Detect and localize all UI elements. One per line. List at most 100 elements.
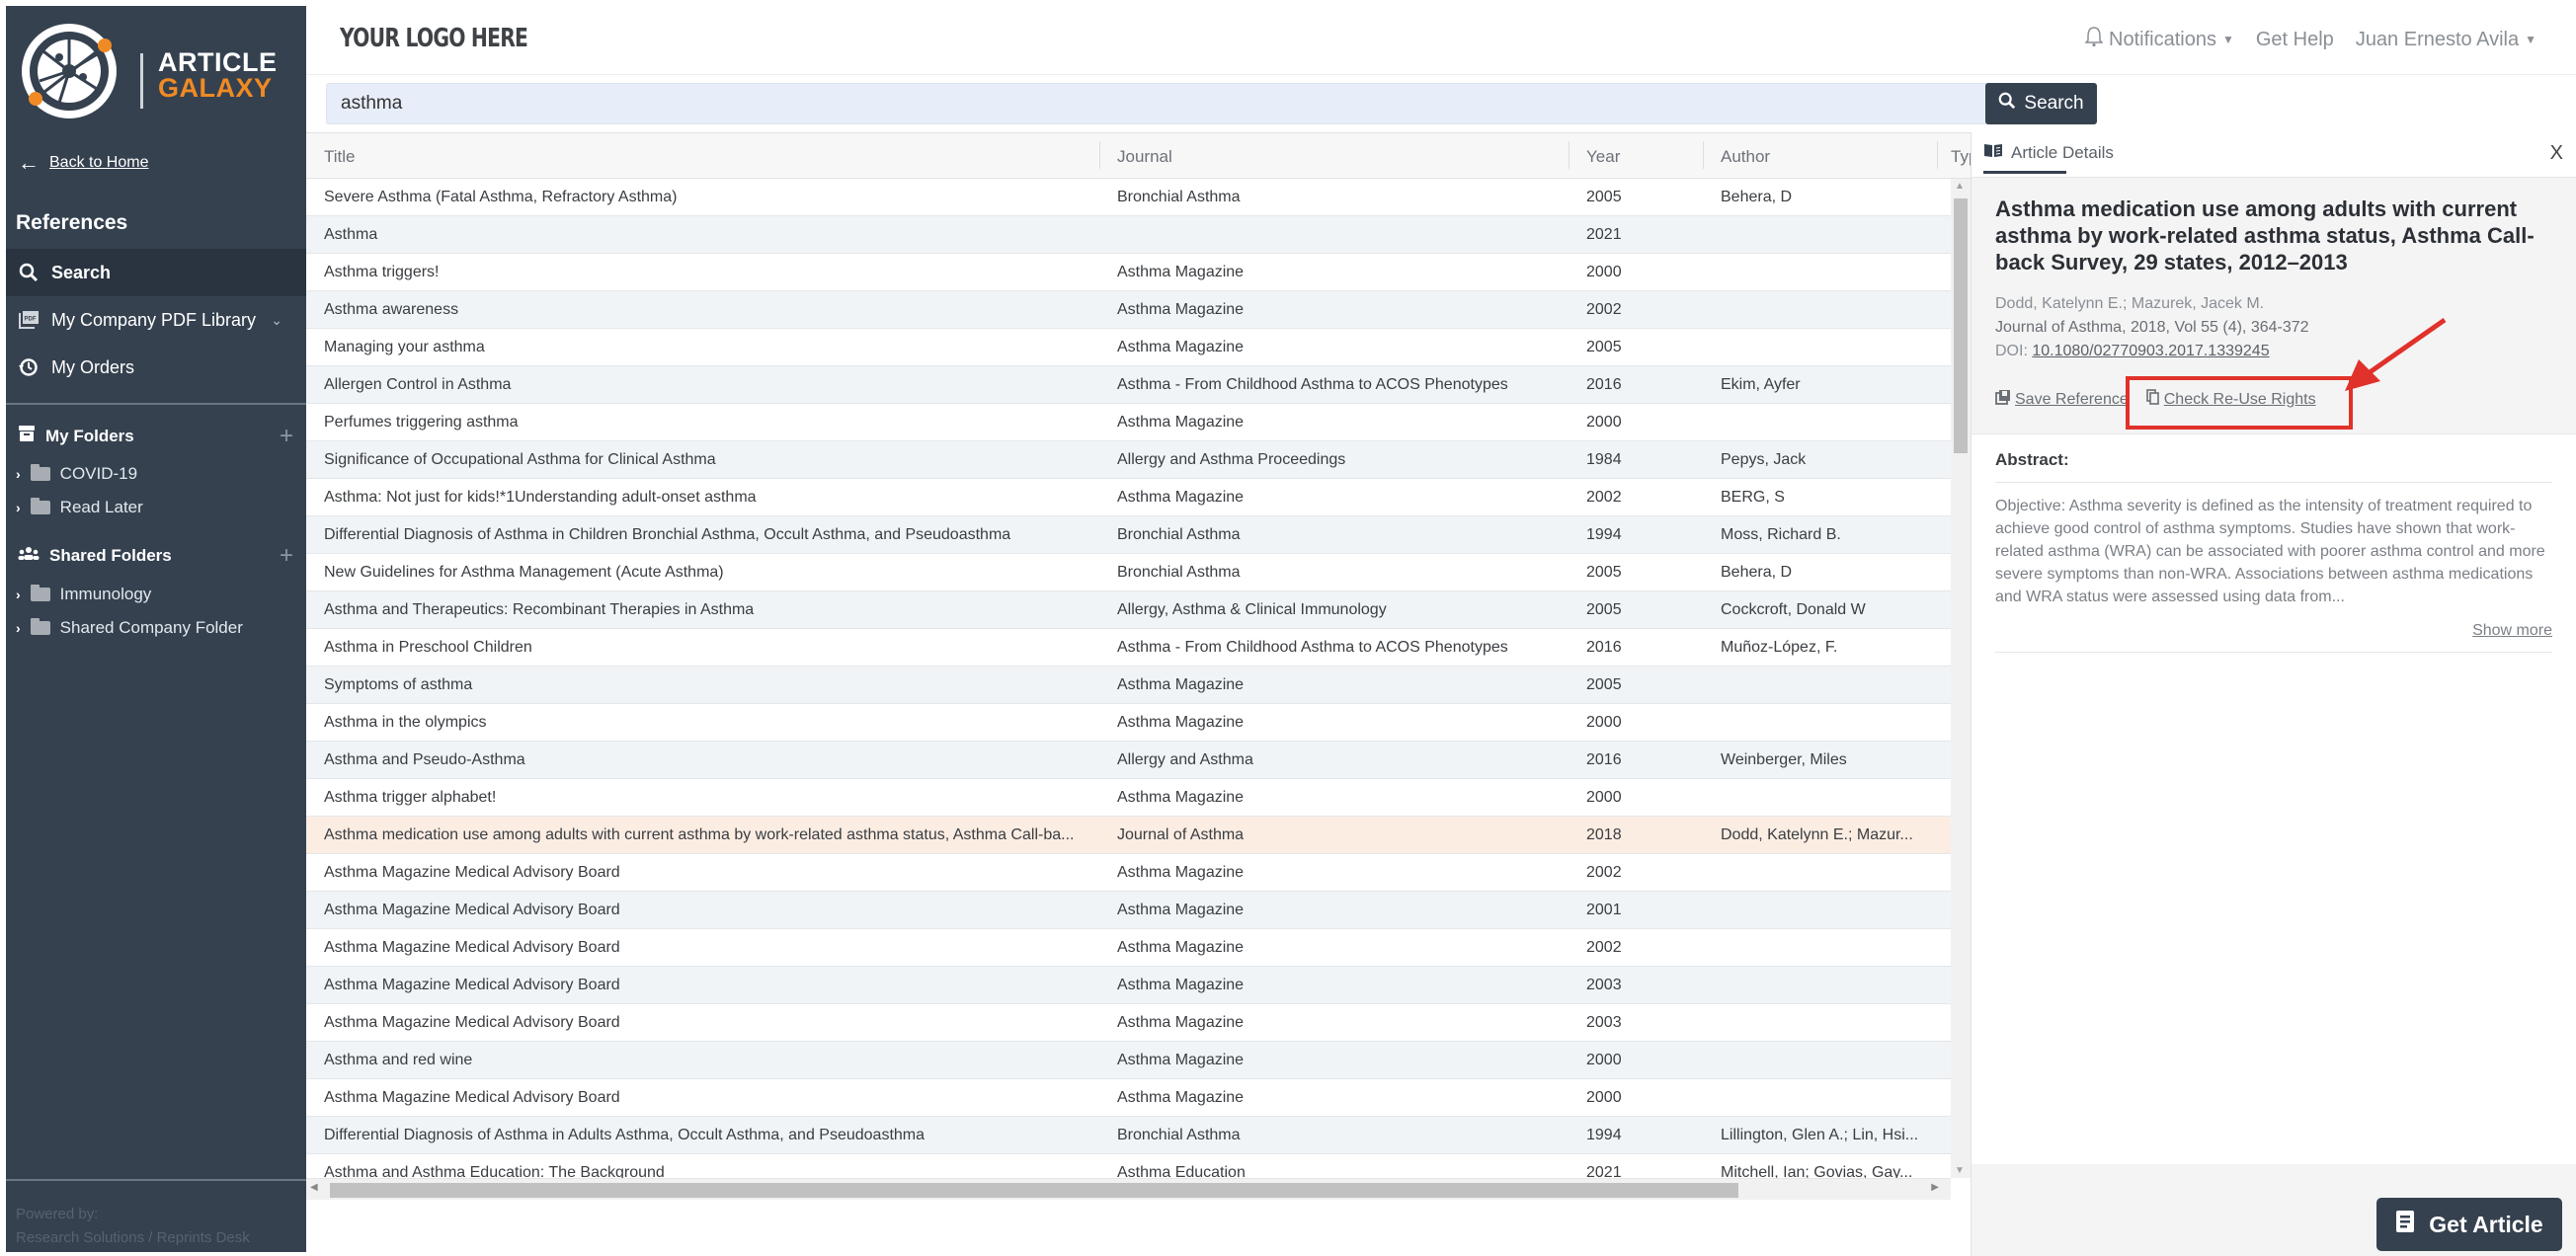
search-input[interactable]: [326, 83, 2001, 124]
back-to-home-link[interactable]: ← Back to Home: [18, 152, 149, 174]
chevron-right-icon[interactable]: ›: [16, 466, 21, 482]
table-row[interactable]: Asthma: Not just for kids!*1Understandin…: [306, 479, 1951, 516]
cell-title: Symptoms of asthma: [324, 676, 473, 693]
search-icon: [1998, 92, 2016, 116]
close-icon[interactable]: X: [2550, 142, 2563, 165]
sidebar-divider: [6, 403, 306, 405]
doi-link[interactable]: 10.1080/02770903.2017.1339245: [2032, 343, 2269, 359]
table-row[interactable]: Asthma Magazine Medical Advisory Board As…: [306, 1079, 1951, 1117]
table-row[interactable]: Severe Asthma (Fatal Asthma, Refractory …: [306, 179, 1951, 216]
column-header-author[interactable]: Author: [1721, 147, 1770, 167]
panel-tabs: Article Details X: [1972, 132, 2576, 178]
table-row[interactable]: New Guidelines for Asthma Management (Ac…: [306, 554, 1951, 591]
sidebar-item-label: My Company PDF Library: [51, 309, 257, 330]
table-row[interactable]: Significance of Occupational Asthma for …: [306, 441, 1951, 479]
folder-item-read-later[interactable]: › Read Later: [16, 498, 143, 517]
get-help-link[interactable]: Get Help: [2256, 29, 2334, 51]
brand-logo[interactable]: ARTICLE GALAXY: [14, 16, 300, 124]
cell-journal: Asthma Magazine: [1117, 1014, 1245, 1031]
chevron-right-icon[interactable]: ›: [16, 620, 21, 636]
table-row[interactable]: Asthma and red wine Asthma Magazine 2000: [306, 1042, 1951, 1079]
cell-journal: Asthma - From Childhood Asthma to ACOS P…: [1117, 639, 1508, 656]
column-resizer[interactable]: [1099, 141, 1100, 169]
cell-journal: Asthma Magazine: [1117, 1089, 1245, 1106]
table-row[interactable]: Asthma Magazine Medical Advisory Board As…: [306, 967, 1951, 1004]
abstract-section: Abstract: Objective: Asthma severity is …: [1995, 450, 2552, 653]
cell-title: Asthma triggers!: [324, 264, 440, 280]
save-reference-link[interactable]: Save Reference: [1995, 389, 2129, 410]
cell-journal: Allergy, Asthma & Clinical Immunology: [1117, 601, 1387, 618]
chevron-down-icon[interactable]: ⌄: [271, 312, 282, 329]
table-row[interactable]: Asthma in the olympics Asthma Magazine 200…: [306, 704, 1951, 742]
add-shared-folder-icon[interactable]: +: [280, 542, 293, 570]
scroll-right-arrow-icon[interactable]: ▶: [1931, 1182, 1939, 1193]
cell-journal: Asthma Magazine: [1117, 714, 1245, 731]
table-row[interactable]: Asthma Magazine Medical Advisory Board As…: [306, 929, 1951, 967]
table-row[interactable]: Asthma Magazine Medical Advisory Board As…: [306, 892, 1951, 929]
table-row[interactable]: Asthma Magazine Medical Advisory Board As…: [306, 854, 1951, 892]
get-article-button[interactable]: Get Article: [2376, 1198, 2562, 1251]
chevron-right-icon[interactable]: ›: [16, 500, 21, 515]
get-article-label: Get Article: [2429, 1211, 2543, 1237]
user-menu[interactable]: Juan Ernesto Avila ▼: [2356, 29, 2536, 51]
cell-year: 1994: [1586, 1127, 1622, 1143]
cell-title: Asthma medication use among adults with …: [324, 826, 1075, 843]
table-row[interactable]: Asthma Magazine Medical Advisory Board As…: [306, 1004, 1951, 1042]
cell-author: Cockcroft, Donald W: [1721, 601, 1866, 618]
sidebar-item-search[interactable]: Search: [6, 249, 306, 296]
cell-author: Weinberger, Miles: [1721, 751, 1847, 768]
scroll-down-arrow-icon[interactable]: ▼: [1955, 1165, 1965, 1176]
column-header-title[interactable]: Title: [324, 147, 356, 167]
vertical-scroll-thumb[interactable]: [1954, 198, 1968, 453]
history-icon: [18, 356, 40, 378]
chevron-right-icon[interactable]: ›: [16, 587, 21, 602]
add-folder-icon[interactable]: +: [280, 423, 293, 450]
cell-year: 2003: [1586, 1014, 1622, 1031]
article-title: Asthma medication use among adults with …: [1995, 196, 2535, 275]
table-row[interactable]: Asthma 2021: [306, 216, 1951, 254]
doi-label: DOI:: [1995, 343, 2028, 359]
my-folders-header[interactable]: My Folders +: [18, 423, 299, 450]
table-row[interactable]: Allergen Control in Asthma Asthma - From …: [306, 366, 1951, 404]
table-row[interactable]: Asthma trigger alphabet! Asthma Magazine 2…: [306, 779, 1951, 817]
table-row[interactable]: Managing your asthma Asthma Magazine 2005: [306, 329, 1951, 366]
article-meta: Dodd, Katelynn E.; Mazurek, Jacek M. Jou…: [1995, 292, 2309, 363]
table-row-selected[interactable]: Asthma medication use among adults with …: [306, 817, 1951, 854]
sidebar-item-pdf-library[interactable]: PDF My Company PDF Library ⌄: [6, 296, 306, 344]
column-header-journal[interactable]: Journal: [1117, 147, 1172, 167]
column-header-year[interactable]: Year: [1586, 147, 1620, 167]
table-row[interactable]: Differential Diagnosis of Asthma in Adul…: [306, 1117, 1951, 1154]
powered-by-company: Research Solutions / Reprints Desk: [16, 1229, 250, 1246]
table-row[interactable]: Differential Diagnosis of Asthma in Chil…: [306, 516, 1951, 554]
show-more-link[interactable]: Show more: [1995, 622, 2552, 653]
notifications-menu[interactable]: Notifications ▼: [2084, 26, 2234, 53]
horizontal-scroll-thumb[interactable]: [330, 1183, 1738, 1198]
table-row[interactable]: Asthma in Preschool Children Asthma - Fro…: [306, 629, 1951, 667]
table-row[interactable]: Asthma and Pseudo-Asthma Allergy and Asth…: [306, 742, 1951, 779]
folder-item-covid-19[interactable]: › COVID-19: [16, 464, 137, 484]
table-row[interactable]: Asthma triggers! Asthma Magazine 2000: [306, 254, 1951, 291]
shared-folders-header[interactable]: Shared Folders +: [18, 542, 299, 569]
table-row[interactable]: Asthma and Therapeutics: Recombinant The…: [306, 591, 1951, 629]
article-doi: DOI: 10.1080/02770903.2017.1339245: [1995, 340, 2309, 363]
scroll-up-arrow-icon[interactable]: ▲: [1955, 181, 1965, 192]
folder-item-immunology[interactable]: › Immunology: [16, 585, 151, 604]
table-row[interactable]: Asthma awareness Asthma Magazine 2002: [306, 291, 1951, 329]
folder-item-shared-company-folder[interactable]: › Shared Company Folder: [16, 618, 243, 638]
vertical-scrollbar[interactable]: ▲ ▼: [1951, 179, 1971, 1178]
column-resizer[interactable]: [1703, 141, 1704, 169]
sidebar-item-my-orders[interactable]: My Orders: [6, 344, 306, 391]
scroll-left-arrow-icon[interactable]: ◀: [310, 1182, 318, 1193]
table-row[interactable]: Asthma and Asthma Education: The Backgro…: [306, 1154, 1951, 1178]
table-row[interactable]: Perfumes triggering asthma Asthma Magazin…: [306, 404, 1951, 441]
column-header-type[interactable]: Typ: [1951, 147, 1971, 167]
tab-article-details[interactable]: Article Details: [1983, 142, 2114, 174]
horizontal-scrollbar[interactable]: ◀ ▶: [306, 1178, 1951, 1200]
column-resizer[interactable]: [1937, 141, 1938, 169]
search-button[interactable]: Search: [1985, 83, 2097, 124]
users-group-icon: [18, 545, 40, 566]
table-row[interactable]: Symptoms of asthma Asthma Magazine 2005: [306, 667, 1951, 704]
cell-title: Asthma: [324, 226, 378, 243]
column-resizer[interactable]: [1569, 141, 1570, 169]
back-to-home-label: Back to Home: [49, 154, 149, 171]
